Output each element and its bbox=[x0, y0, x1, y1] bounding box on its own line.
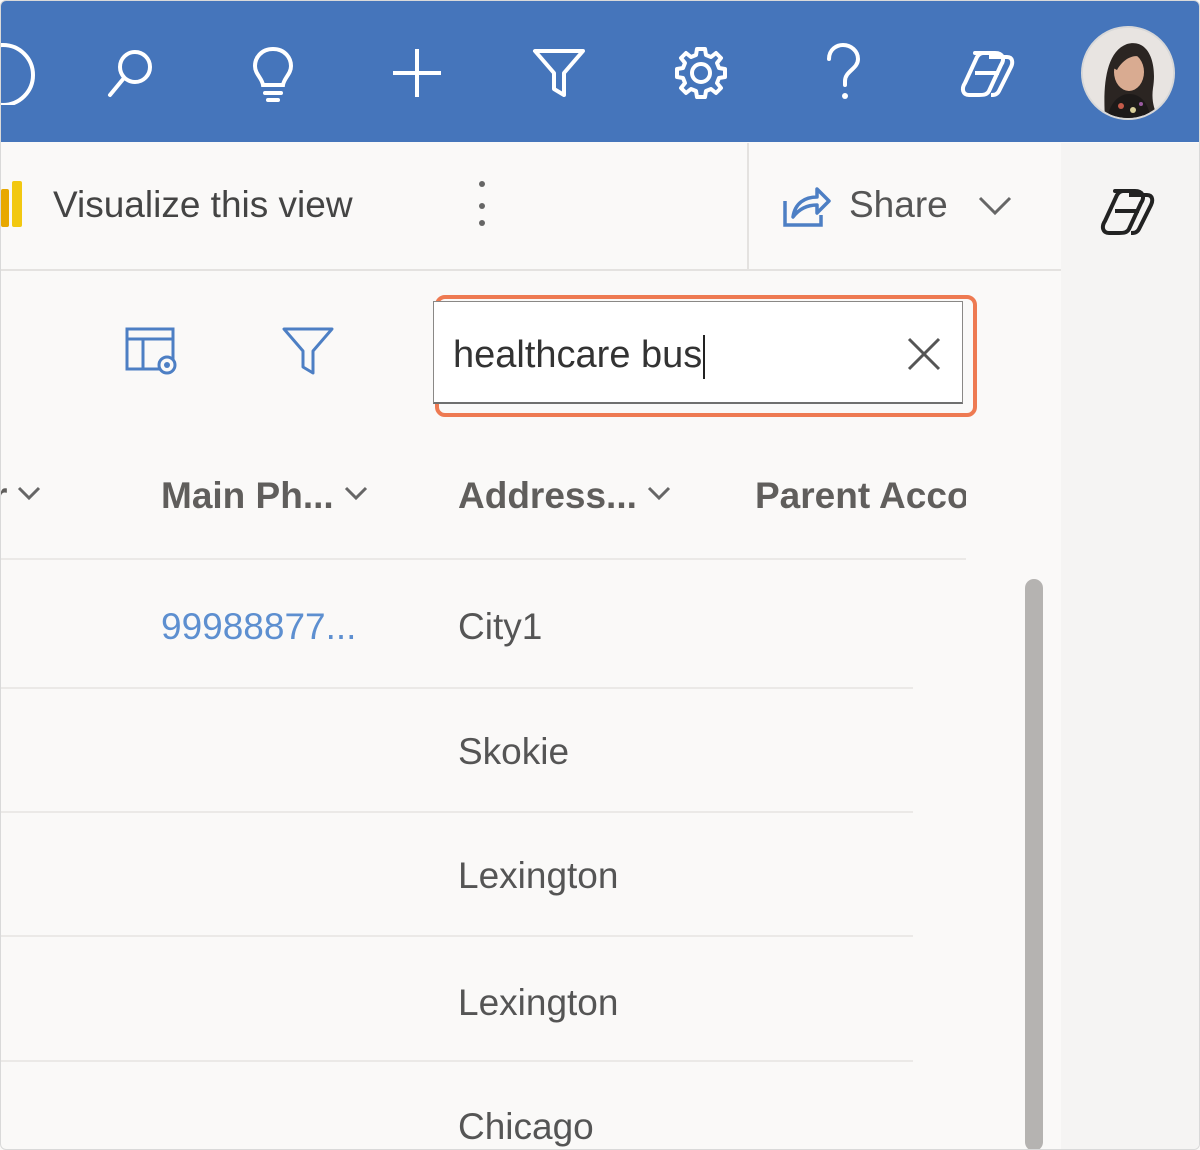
more-commands-button[interactable] bbox=[463, 171, 503, 241]
top-navigation-bar bbox=[1, 1, 1199, 142]
plus-icon[interactable] bbox=[385, 37, 449, 109]
column-header-address[interactable]: Address... bbox=[458, 475, 698, 531]
lightbulb-icon[interactable] bbox=[241, 37, 305, 109]
row-divider bbox=[1, 811, 913, 813]
share-icon bbox=[783, 187, 831, 227]
chevron-down-icon bbox=[344, 486, 367, 501]
column-header-parent-account[interactable]: Parent Acco bbox=[755, 475, 966, 531]
share-label: Share bbox=[849, 184, 948, 225]
settings-icon[interactable] bbox=[669, 37, 733, 109]
copilot-icon[interactable] bbox=[955, 37, 1019, 109]
visualize-view-button[interactable]: Visualize this view bbox=[53, 184, 353, 226]
edit-columns-icon[interactable] bbox=[125, 325, 181, 377]
copilot-icon[interactable] bbox=[1099, 185, 1159, 245]
share-button[interactable]: Share bbox=[779, 171, 1029, 243]
app-window: Visualize this view Share healthcare bus… bbox=[0, 0, 1200, 1150]
column-header-partial[interactable]: r bbox=[1, 475, 73, 531]
vertical-scrollbar[interactable] bbox=[1025, 579, 1043, 1149]
row-divider bbox=[1, 935, 913, 937]
row-divider bbox=[1, 687, 913, 689]
address-city-cell: Lexington bbox=[458, 982, 619, 1023]
circle-icon[interactable] bbox=[1, 37, 35, 109]
close-icon[interactable] bbox=[901, 331, 947, 377]
user-avatar[interactable] bbox=[1081, 26, 1175, 120]
search-icon[interactable] bbox=[99, 37, 163, 109]
more-vertical-icon bbox=[479, 181, 485, 226]
command-separator bbox=[747, 143, 749, 269]
address-city-cell: Lexington bbox=[458, 855, 619, 896]
text-caret bbox=[703, 334, 706, 379]
header-divider bbox=[1, 558, 966, 560]
row-divider bbox=[1, 1060, 913, 1062]
search-input[interactable]: healthcare bus bbox=[453, 329, 873, 381]
filter-icon[interactable] bbox=[527, 37, 591, 109]
address-city-cell: Chicago bbox=[458, 1106, 594, 1147]
address-city-cell: Skokie bbox=[458, 731, 570, 772]
chevron-down-icon[interactable] bbox=[977, 195, 1013, 217]
help-icon[interactable] bbox=[811, 37, 875, 109]
power-bi-icon bbox=[1, 181, 23, 227]
address-city-cell: City1 bbox=[458, 606, 543, 647]
filter-icon[interactable] bbox=[281, 325, 335, 377]
main-phone-cell[interactable]: 99988877... bbox=[161, 606, 356, 648]
chevron-down-icon bbox=[647, 486, 670, 501]
side-pane bbox=[1061, 143, 1199, 1149]
search-value: healthcare bus bbox=[453, 334, 703, 376]
chevron-down-icon bbox=[18, 486, 41, 501]
column-header-main-phone[interactable]: Main Ph... bbox=[161, 475, 401, 531]
